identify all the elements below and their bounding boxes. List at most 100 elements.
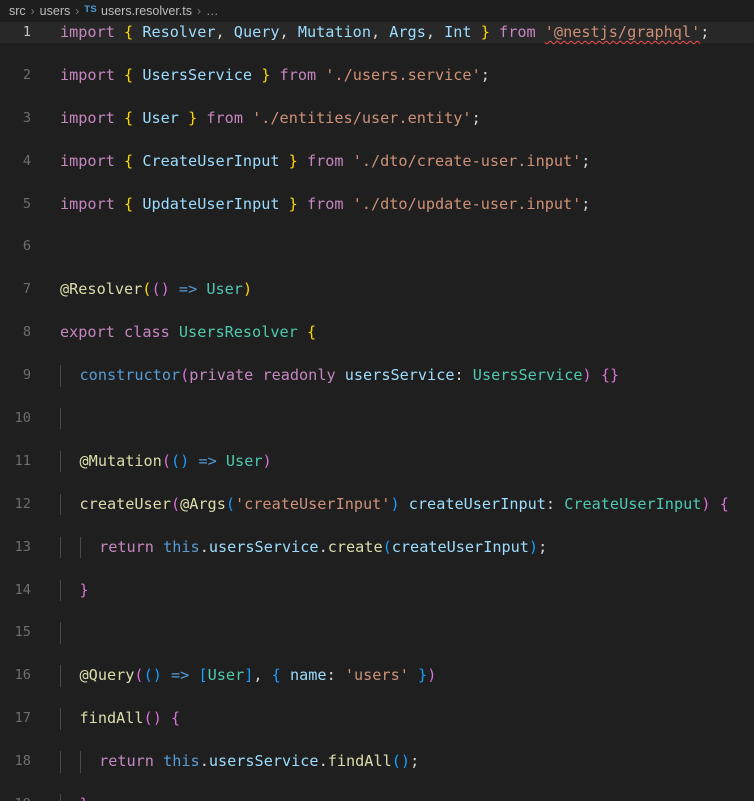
code-token: ) — [701, 494, 711, 513]
code-token: } — [288, 194, 298, 213]
code-line[interactable]: 1 import { Resolver, Query, Mutation, Arg… — [0, 22, 754, 44]
code-text: } — [80, 580, 89, 601]
code-token: import — [60, 151, 115, 170]
code-text: import { UsersService } from './users.se… — [60, 65, 490, 86]
code-token: import — [60, 108, 115, 127]
code-line[interactable]: 4 import { CreateUserInput } from './dto/… — [0, 151, 754, 172]
code-token: User — [206, 280, 243, 299]
code-token: readonly — [262, 366, 336, 385]
code-token: ; — [581, 194, 591, 213]
code-lines-container: 1 import { Resolver, Query, Mutation, Arg… — [0, 22, 754, 801]
line-number: 3 — [22, 109, 31, 126]
code-line[interactable]: 19} — [0, 793, 754, 801]
code-text: } — [80, 794, 89, 801]
code-token: @Mutation — [79, 451, 162, 470]
code-line[interactable]: 11 @Mutation(() => User) — [0, 450, 754, 473]
code-token: ( — [151, 280, 161, 299]
code-token: ( — [391, 752, 401, 771]
code-text: return this.usersService.create(createUs… — [99, 537, 547, 558]
code-token: Int — [444, 23, 472, 41]
code-line[interactable]: 8 export class UsersResolver { — [0, 322, 754, 343]
line-number: 12 — [14, 495, 31, 512]
indent-guide — [60, 365, 61, 387]
indent-guide — [60, 450, 61, 473]
code-token: this — [163, 537, 200, 556]
code-token: @Args — [180, 494, 226, 513]
code-text: import { Resolver, Query, Mutation, Args… — [60, 22, 709, 43]
code-text: createUser(@Args('createUserInput') crea… — [80, 494, 729, 515]
code-line[interactable]: 10 — [0, 407, 754, 430]
code-line[interactable]: 7 @Resolver(() => User) — [0, 279, 754, 300]
code-token: Mutation — [297, 23, 371, 41]
code-line[interactable]: 16 @Query(() => [User], { name: 'users' }… — [0, 665, 754, 687]
code-line[interactable]: 5 import { UpdateUserInput } from './dto/… — [0, 194, 754, 215]
code-line[interactable]: 18 return this.usersService.findAll(); — [0, 751, 754, 773]
indent-guide — [60, 536, 61, 559]
code-token: . — [199, 752, 209, 771]
code-token: => — [178, 280, 198, 299]
code-token: @Query — [79, 666, 135, 685]
code-token: createUserInput — [408, 494, 546, 513]
code-token: User — [207, 666, 245, 685]
code-token: ] — [244, 666, 254, 685]
code-line[interactable]: 17 findAll() { — [0, 708, 754, 730]
code-token: findAll — [327, 752, 392, 771]
breadcrumb-item-users-resolver-ts[interactable]: users.resolver.ts — [101, 4, 192, 18]
code-line[interactable]: 13 return this.usersService.create(create… — [0, 536, 754, 559]
code-token: } — [480, 23, 490, 41]
breadcrumb[interactable]: src › users › TS users.resolver.ts ›… — [0, 0, 754, 22]
code-line[interactable]: 6 — [0, 236, 754, 257]
line-number: 10 — [14, 409, 31, 426]
code-token: { — [124, 194, 134, 213]
breadcrumb-item-users[interactable]: users — [40, 4, 71, 18]
code-line[interactable]: 2 import { UsersService } from './users.s… — [0, 65, 754, 86]
code-token: ) — [152, 709, 162, 728]
code-text: export class UsersResolver { — [60, 322, 316, 343]
code-token: => — [171, 666, 190, 685]
line-number: 16 — [14, 667, 31, 684]
breadcrumb-symbol-ellipsis[interactable]: … — [206, 4, 220, 18]
code-editor[interactable]: 1 import { Resolver, Query, Mutation, Arg… — [0, 22, 754, 801]
breadcrumb-item-src[interactable]: src — [9, 4, 26, 18]
code-token: './dto/create-user.input' — [352, 151, 582, 170]
code-token: class — [124, 323, 170, 342]
code-line[interactable]: 14} — [0, 579, 754, 601]
code-token: => — [198, 451, 217, 470]
code-token: usersService — [208, 537, 319, 556]
code-token: ( — [170, 451, 181, 470]
code-token: ) — [582, 366, 592, 385]
code-line[interactable]: 12 createUser(@Args('createUserInput') cr… — [0, 493, 754, 516]
code-token: , — [279, 23, 298, 41]
code-token: ; — [538, 537, 548, 556]
code-token: export — [60, 323, 115, 342]
code-token: ( — [225, 494, 235, 513]
code-token: ( — [170, 494, 181, 513]
code-line[interactable]: 3 import { User } from './entities/user.e… — [0, 108, 754, 129]
code-token: , — [425, 23, 445, 41]
code-token: } — [288, 151, 298, 170]
code-token: import — [60, 194, 115, 213]
code-token: ; — [700, 23, 710, 41]
code-line[interactable]: 9 constructor(private readonly usersServi… — [0, 365, 754, 387]
code-token: 'createUserInput' — [235, 494, 391, 513]
code-token: } — [418, 666, 428, 685]
code-text: @Query(() => [User], { name: 'users' }) — [80, 665, 437, 686]
code-line[interactable]: 15 — [0, 622, 754, 644]
code-token: { — [124, 108, 134, 127]
code-token: : — [326, 666, 345, 685]
code-token: ; — [581, 151, 591, 170]
breadcrumb-separator: › — [197, 4, 202, 18]
